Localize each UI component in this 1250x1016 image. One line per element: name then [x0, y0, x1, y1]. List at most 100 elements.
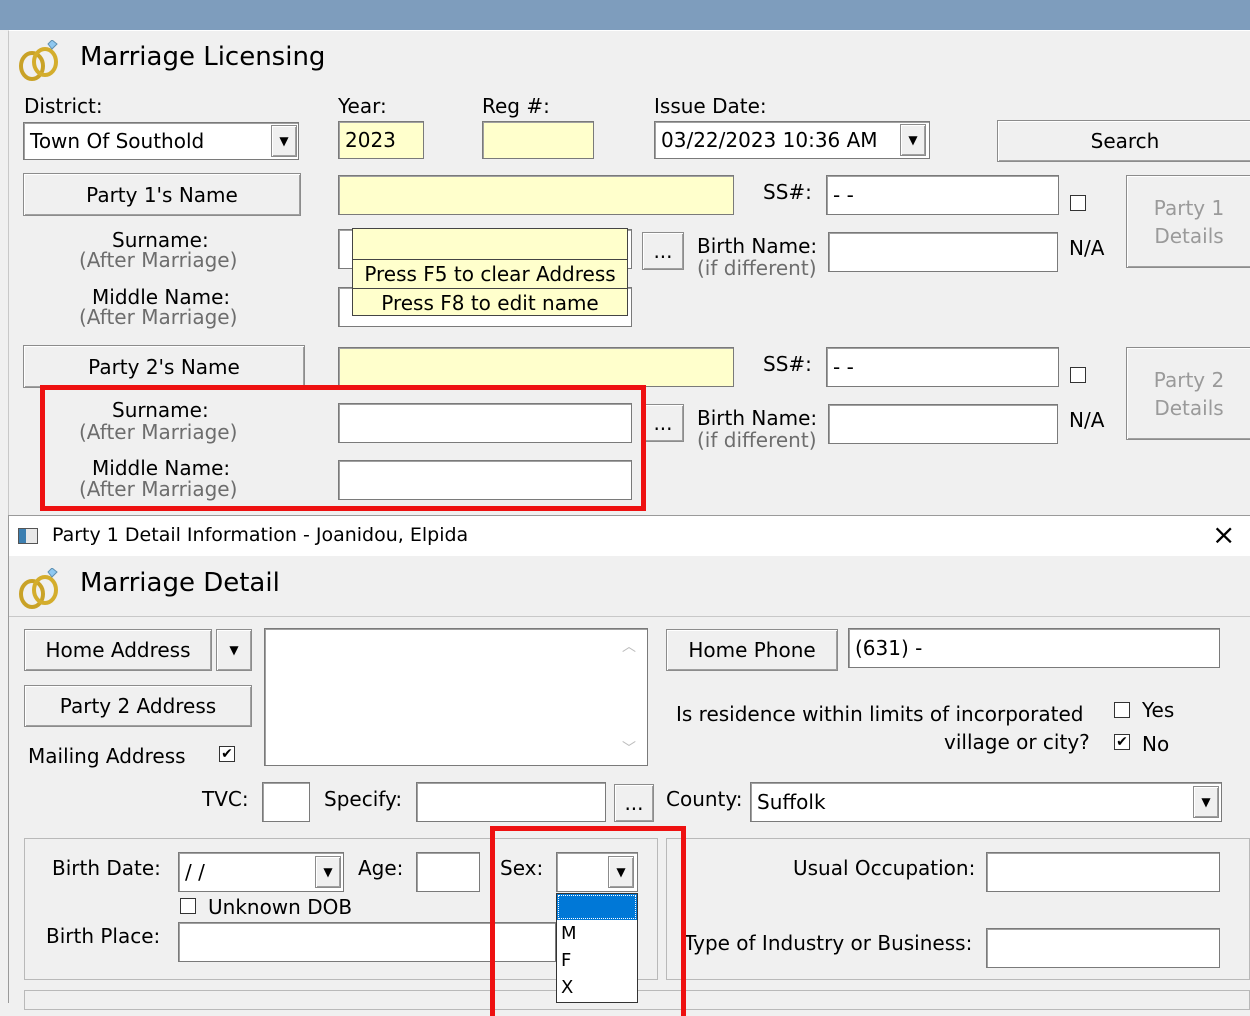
window-app-icon: [18, 528, 38, 544]
tvc-label: TVC:: [202, 787, 249, 811]
party1-birth-name-label: Birth Name:: [697, 234, 818, 258]
birth-date-value: / /: [185, 860, 205, 884]
tooltip-blank-row: [353, 229, 627, 260]
party1-ss-label: SS#:: [763, 180, 812, 204]
tvc-input[interactable]: [262, 782, 310, 822]
birth-place-label: Birth Place:: [46, 924, 161, 948]
party1-birth-name-input[interactable]: [828, 232, 1058, 272]
party1-na-checkbox[interactable]: [1070, 195, 1086, 211]
residence-no-label: No: [1142, 732, 1170, 756]
party2-name-input[interactable]: [338, 347, 734, 387]
rings-icon: [19, 40, 58, 81]
district-dropdown-button[interactable]: ▼: [271, 125, 297, 157]
party2-address-button[interactable]: Party 2 Address: [24, 685, 252, 727]
year-label: Year:: [338, 94, 387, 118]
party2-name-button[interactable]: Party 2's Name: [23, 345, 305, 388]
usual-occupation-input[interactable]: [986, 852, 1220, 892]
close-icon[interactable]: ×: [1212, 518, 1235, 551]
district-value: Town Of Southold: [30, 129, 205, 153]
party2-surname-lookup-button[interactable]: ...: [642, 404, 684, 442]
home-phone-label: Home Phone: [688, 638, 816, 662]
issue-date-value: 03/22/2023 10:36 AM: [661, 128, 878, 152]
party1-middle-after-marriage: (After Marriage): [79, 305, 238, 329]
birth-date-dropdown-button[interactable]: ▼: [315, 856, 341, 888]
party1-name-input[interactable]: [338, 175, 734, 215]
specify-lookup-button[interactable]: ...: [614, 784, 654, 822]
residence-yes-label: Yes: [1142, 698, 1175, 722]
party2-birth-name-label: Birth Name:: [697, 406, 818, 430]
shortcut-tooltip: Press F5 to clear Address Press F8 to ed…: [352, 228, 628, 316]
year-value: 2023: [345, 128, 396, 152]
year-input[interactable]: 2023: [338, 121, 424, 159]
home-address-button[interactable]: Home Address: [24, 629, 212, 671]
marriage-detail-title: Marriage Detail: [80, 568, 280, 598]
detail-window-title: Party 1 Detail Information - Joanidou, E…: [52, 524, 469, 546]
party1-ss-value: - -: [833, 183, 854, 207]
county-dropdown-button[interactable]: ▼: [1193, 786, 1219, 818]
top-title-bar: [0, 0, 1250, 30]
address-textarea[interactable]: [264, 628, 648, 766]
mailing-address-label: Mailing Address: [28, 744, 186, 768]
ellipsis-icon: ...: [653, 239, 673, 263]
home-address-label: Home Address: [45, 638, 191, 662]
rings-icon: [19, 568, 58, 609]
party2-address-label: Party 2 Address: [59, 694, 217, 718]
specify-label: Specify:: [324, 787, 403, 811]
chevron-down-icon: ▼: [908, 133, 918, 147]
tooltip-line2: Press F8 to edit name: [381, 291, 599, 315]
party1-if-different: (if different): [697, 256, 817, 280]
party1-details-button[interactable]: Party 1 Details: [1126, 175, 1250, 268]
party1-name-button[interactable]: Party 1's Name: [23, 173, 301, 216]
party2-name-button-label: Party 2's Name: [88, 354, 240, 379]
party2-ss-input[interactable]: - -: [826, 347, 1059, 387]
residence-no-checkbox[interactable]: ✔: [1114, 734, 1130, 750]
chevron-down-icon: ▼: [279, 134, 289, 148]
ellipsis-icon: ...: [624, 791, 644, 815]
party1-na-label: N/A: [1069, 236, 1105, 260]
home-address-dropdown-button[interactable]: ▼: [216, 629, 252, 671]
mailing-address-checkbox[interactable]: ✔: [219, 746, 235, 762]
reg-input[interactable]: [482, 121, 594, 159]
party2-ss-value: - -: [833, 355, 854, 379]
party1-surname-lookup-button[interactable]: ...: [642, 232, 684, 270]
age-input[interactable]: [416, 852, 480, 892]
unknown-dob-label: Unknown DOB: [208, 895, 353, 919]
age-label: Age:: [358, 856, 404, 880]
party2-na-checkbox[interactable]: [1070, 367, 1086, 383]
search-button-label: Search: [1090, 129, 1160, 153]
usual-occupation-label: Usual Occupation:: [793, 856, 976, 880]
birth-date-label: Birth Date:: [52, 856, 161, 880]
party2-if-different: (if different): [697, 428, 817, 452]
issue-date-label: Issue Date:: [654, 94, 767, 118]
county-value: Suffolk: [757, 790, 826, 814]
party1-details-label: Party 1 Details: [1153, 195, 1225, 248]
party2-details-label: Party 2 Details: [1153, 367, 1225, 420]
industry-label: Type of Industry or Business:: [684, 931, 973, 955]
party1-ss-input[interactable]: - -: [826, 175, 1059, 215]
residence-yes-checkbox[interactable]: [1114, 702, 1130, 718]
scroll-down-icon[interactable]: ﹀: [622, 738, 636, 758]
county-select[interactable]: Suffolk: [750, 782, 1222, 822]
scroll-up-icon[interactable]: ︿: [622, 636, 636, 656]
home-phone-input[interactable]: (631) -: [848, 628, 1220, 668]
industry-input[interactable]: [986, 928, 1220, 968]
specify-input[interactable]: [416, 782, 606, 822]
reg-label: Reg #:: [482, 94, 550, 118]
home-phone-button[interactable]: Home Phone: [666, 629, 838, 671]
home-phone-value: (631) -: [855, 636, 923, 660]
party2-details-button[interactable]: Party 2 Details: [1126, 347, 1250, 440]
party2-birth-name-input[interactable]: [828, 404, 1058, 444]
chevron-down-icon: ▼: [323, 865, 333, 879]
highlight-sex-field: [490, 826, 686, 1016]
party2-ss-label: SS#:: [763, 352, 812, 376]
party1-surname-after-marriage: (After Marriage): [79, 248, 238, 272]
ellipsis-icon: ...: [653, 411, 673, 435]
unknown-dob-checkbox[interactable]: [180, 898, 196, 914]
licensing-title: Marriage Licensing: [80, 42, 326, 72]
district-select[interactable]: Town Of Southold: [23, 122, 299, 160]
issue-date-select[interactable]: 03/22/2023 10:36 AM: [654, 121, 930, 159]
county-label: County:: [666, 787, 743, 811]
party2-na-label: N/A: [1069, 408, 1105, 432]
issue-date-dropdown-button[interactable]: ▼: [900, 124, 926, 156]
search-button[interactable]: Search: [997, 120, 1250, 162]
